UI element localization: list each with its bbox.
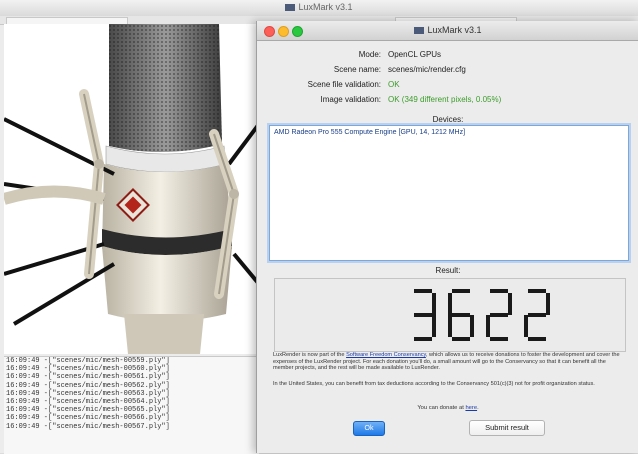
log-time: 16:09:49 -	[6, 365, 49, 374]
main-window-title: LuxMark v3.1	[298, 2, 353, 12]
app-icon	[414, 27, 425, 34]
ok-button[interactable]: Ok	[353, 421, 385, 436]
scene-validation-row: Scene file validation: OK	[257, 80, 638, 92]
lcd-segment	[448, 293, 452, 315]
lcd-segment	[546, 293, 550, 315]
log-text: ["scenes/mic/mesh-00564.ply"]	[48, 397, 170, 406]
log-text: ["scenes/mic/mesh-00566.ply"]	[48, 414, 170, 423]
lcd-segment	[432, 293, 436, 315]
scene-name-value: scenes/mic/render.cfg	[388, 65, 466, 74]
log-line: 16:09:49 -["scenes/mic/mesh-00567.ply"]	[4, 423, 259, 431]
lcd-segment	[508, 293, 512, 315]
result-dialog: LuxMark v3.1 Mode: OpenCL GPUs Scene nam…	[256, 21, 638, 453]
log-time: 16:09:49 -	[6, 397, 49, 406]
log-text: ["scenes/mic/mesh-00563.ply"]	[48, 389, 170, 398]
lcd-segment	[414, 313, 432, 317]
log-line: 16:09:49 -["scenes/mic/mesh-00559.ply"]	[4, 357, 259, 365]
conservancy-link[interactable]: Software Freedom Conservancy	[346, 352, 426, 358]
mode-value: OpenCL GPUs	[388, 50, 442, 59]
log-time: 16:09:49 -	[6, 381, 49, 390]
dialog-titlebar[interactable]: LuxMark v3.1	[257, 21, 638, 41]
lcd-segment	[414, 337, 432, 341]
conservancy-info-text: LuxRender is now part of the Software Fr…	[273, 352, 620, 372]
scene-name-label: Scene name:	[333, 65, 381, 74]
result-display	[274, 278, 626, 352]
dialog-title: LuxMark v3.1	[427, 25, 482, 35]
lcd-segment	[414, 289, 432, 293]
tax-info-text: In the United States, you can benefit fr…	[273, 381, 595, 387]
log-line: 16:09:49 -["scenes/mic/mesh-00562.ply"]	[4, 382, 259, 390]
lcd-segment	[486, 315, 490, 337]
lcd-segment	[490, 289, 508, 293]
log-text: ["scenes/mic/mesh-00562.ply"]	[48, 381, 170, 390]
log-time: 16:09:49 -	[6, 422, 49, 431]
log-text: ["scenes/mic/mesh-00561.ply"]	[48, 373, 170, 382]
result-lcd-digits	[414, 289, 550, 341]
image-validation-value: OK (349 different pixels, 0.05%)	[388, 95, 502, 104]
log-line: 16:09:49 -["scenes/mic/mesh-00560.ply"]	[4, 365, 259, 373]
devices-label: Devices:	[432, 115, 464, 124]
microphone-render-image	[4, 24, 259, 354]
lcd-segment	[490, 337, 508, 341]
image-validation-row: Image validation: OK (349 different pixe…	[257, 95, 638, 107]
lcd-segment	[432, 315, 436, 337]
log-line: 16:09:49 -["scenes/mic/mesh-00565.ply"]	[4, 406, 259, 414]
lcd-segment	[528, 337, 546, 341]
submit-result-button[interactable]: Submit result	[469, 420, 545, 436]
app-icon	[285, 4, 296, 11]
log-line: 16:09:49 -["scenes/mic/mesh-00564.ply"]	[4, 398, 259, 406]
mode-label: Mode:	[358, 50, 381, 59]
mode-row: Mode: OpenCL GPUs	[257, 50, 638, 62]
donate-link[interactable]: here	[465, 405, 477, 411]
lcd-segment	[452, 289, 470, 293]
donate-text: You can donate at here.	[417, 405, 479, 411]
log-text: ["scenes/mic/mesh-00559.ply"]	[48, 357, 170, 365]
log-line: 16:09:49 -["scenes/mic/mesh-00563.ply"]	[4, 390, 259, 398]
log-line: 16:09:49 -["scenes/mic/mesh-00561.ply"]	[4, 373, 259, 381]
devices-list[interactable]: AMD Radeon Pro 555 Compute Engine [GPU, …	[269, 125, 629, 261]
lcd-segment	[452, 337, 470, 341]
render-preview	[4, 24, 259, 354]
log-text: ["scenes/mic/mesh-00565.ply"]	[48, 406, 170, 415]
log-text: ["scenes/mic/mesh-00567.ply"]	[48, 422, 170, 431]
log-time: 16:09:49 -	[6, 406, 49, 415]
image-validation-label: Image validation:	[320, 95, 381, 104]
scene-validation-value: OK	[388, 80, 400, 89]
lcd-segment	[448, 315, 452, 337]
main-window-titlebar[interactable]: LuxMark v3.1	[0, 0, 638, 17]
lcd-segment	[524, 315, 528, 337]
log-time: 16:09:49 -	[6, 414, 49, 423]
log-time: 16:09:49 -	[6, 389, 49, 398]
result-label: Result:	[435, 266, 461, 275]
lcd-segment	[528, 289, 546, 293]
scene-name-row: Scene name: scenes/mic/render.cfg	[257, 65, 638, 77]
log-time: 16:09:49 -	[6, 373, 49, 382]
lcd-segment	[452, 313, 470, 317]
device-item[interactable]: AMD Radeon Pro 555 Compute Engine [GPU, …	[274, 129, 465, 136]
log-line: 16:09:49 -["scenes/mic/mesh-00566.ply"]	[4, 414, 259, 422]
log-console[interactable]: 16:09:49 -["scenes/mic/mesh-00559.ply"] 1…	[4, 356, 259, 454]
lcd-segment	[470, 315, 474, 337]
lcd-segment	[528, 313, 546, 317]
lcd-segment	[490, 313, 508, 317]
scene-validation-label: Scene file validation:	[307, 80, 381, 89]
log-time: 16:09:49 -	[6, 357, 49, 365]
log-text: ["scenes/mic/mesh-00560.ply"]	[48, 365, 170, 374]
